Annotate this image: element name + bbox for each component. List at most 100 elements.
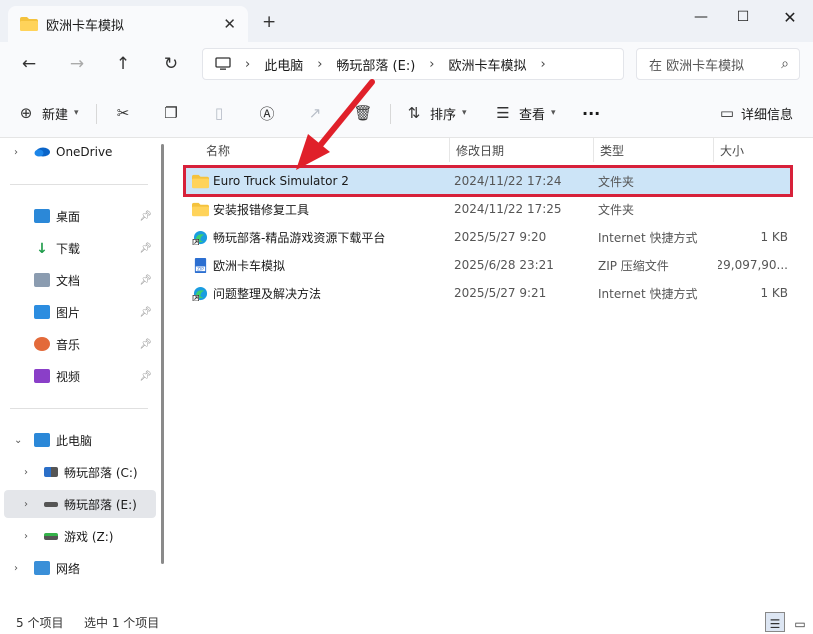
search-placeholder: 在 欧洲卡车模拟 <box>649 58 745 74</box>
delete-button[interactable]: 🗑︎ <box>353 102 373 124</box>
pin-icon[interactable]: 📌︎ <box>139 275 152 286</box>
maximize-button[interactable]: ☐ <box>728 6 758 28</box>
pin-icon[interactable]: 📌︎ <box>139 243 152 254</box>
status-bar: 5 个项目 选中 1 个项目 ☰ ▭ <box>0 610 813 634</box>
pin-icon[interactable]: 📌︎ <box>139 211 152 222</box>
item-count: 5 个项目 <box>16 616 64 630</box>
trash-icon: 🗑︎ <box>353 104 373 122</box>
paste-button[interactable]: ▯ <box>209 102 229 124</box>
address-bar[interactable]: › 此电脑 › 畅玩部落 (E:) › 欧洲卡车模拟 › <box>202 48 624 80</box>
tiles-view-button[interactable]: ▭ <box>790 612 810 632</box>
file-date: 2024/11/22 17:24 <box>454 174 562 188</box>
tab-current[interactable]: 欧洲卡车模拟 ✕ <box>8 6 248 42</box>
sidebar-item-drive-e[interactable]: › 畅玩部落 (E:) <box>4 490 156 518</box>
pin-icon[interactable]: 📌︎ <box>139 307 152 318</box>
cloud-icon <box>34 145 50 159</box>
column-header-date[interactable]: 修改日期 <box>450 138 594 162</box>
cut-button[interactable]: ✂ <box>113 102 133 124</box>
folder-icon <box>20 17 38 31</box>
table-row[interactable]: Euro Truck Simulator 2 2024/11/22 17:24 … <box>183 165 793 197</box>
details-button-label: 详细信息 <box>741 107 794 123</box>
chevron-right-icon[interactable]: › <box>24 499 28 510</box>
forward-button[interactable]: → <box>64 52 90 76</box>
navigation-bar: ← → ↑ ↻ › 此电脑 › 畅玩部落 (E:) › 欧洲卡车模拟 › 在 欧… <box>0 42 813 88</box>
file-date: 2024/11/22 17:25 <box>454 202 562 216</box>
chevron-down-icon: ▾ <box>462 108 467 118</box>
selection-count: 选中 1 个项目 <box>84 616 160 630</box>
sidebar-item-pictures[interactable]: 图片 📌︎ <box>4 298 156 326</box>
breadcrumb-drive-e[interactable]: 畅玩部落 (E:) <box>336 55 415 74</box>
pin-icon[interactable]: 📌︎ <box>139 339 152 350</box>
document-icon <box>34 273 50 287</box>
list-view-icon: ☰ <box>769 617 781 631</box>
back-button[interactable]: ← <box>16 52 42 76</box>
breadcrumb-this-pc[interactable]: 此电脑 <box>264 55 303 74</box>
view-button[interactable]: ☰ 查看 ▾ <box>493 102 555 124</box>
file-type: 文件夹 <box>598 174 635 189</box>
edge-shortcut-icon <box>192 286 208 301</box>
tab-title: 欧洲卡车模拟 <box>46 18 125 34</box>
column-header-size[interactable]: 大小 <box>714 138 794 162</box>
new-tab-button[interactable]: + <box>262 12 276 32</box>
title-bar: 欧洲卡车模拟 ✕ + — ☐ ✕ <box>0 0 813 42</box>
sidebar-label: 畅玩部落 (C:) <box>64 465 138 480</box>
up-button[interactable]: ↑ <box>110 52 136 76</box>
chevron-right-icon[interactable]: › <box>541 57 546 72</box>
copy-button[interactable]: ❐ <box>161 102 181 124</box>
close-window-button[interactable]: ✕ <box>775 6 805 28</box>
sidebar-label: 文档 <box>56 273 81 288</box>
sidebar-item-onedrive[interactable]: › OneDrive <box>4 138 156 166</box>
close-tab-icon[interactable]: ✕ <box>223 15 236 33</box>
share-icon: ↗ <box>308 104 322 122</box>
sidebar-item-downloads[interactable]: ↓ 下载 📌︎ <box>4 234 156 262</box>
sidebar-item-documents[interactable]: 文档 📌︎ <box>4 266 156 294</box>
file-size: 29,097,90... <box>718 258 788 272</box>
file-size <box>718 168 788 194</box>
new-button[interactable]: ⊕ 新建 ▾ <box>16 102 79 124</box>
column-header-type[interactable]: 类型 <box>594 138 714 162</box>
breadcrumb-current-folder[interactable]: 欧洲卡车模拟 <box>449 55 527 74</box>
table-row[interactable]: 问题整理及解决方法 2025/5/27 9:21 Internet 快捷方式 1… <box>186 280 790 306</box>
details-pane-button[interactable]: ▭ 详细信息 <box>717 102 793 124</box>
command-bar: ⊕ 新建 ▾ ✂ ❐ ▯ Ⓐ ↗ 🗑︎ ⇅ 排序 ▾ ☰ 查看 ▾ ··· ▭ … <box>0 88 813 138</box>
chevron-right-icon[interactable]: › <box>24 531 28 542</box>
details-view-button[interactable]: ☰ <box>765 612 785 632</box>
drive-icon <box>44 501 58 507</box>
file-date: 2025/5/27 9:20 <box>454 230 547 244</box>
clipboard-icon: ▯ <box>214 104 224 122</box>
refresh-button[interactable]: ↻ <box>158 52 184 76</box>
sidebar-item-videos[interactable]: 视频 📌︎ <box>4 362 156 390</box>
more-options-button[interactable]: ··· <box>582 102 600 124</box>
table-row[interactable]: ZIP 欧洲卡车模拟 2025/6/28 23:21 ZIP 压缩文件 29,09… <box>186 252 790 278</box>
sidebar-item-music[interactable]: 音乐 📌︎ <box>4 330 156 358</box>
table-row[interactable]: 畅玩部落-精品游戏资源下载平台 2025/5/27 9:20 Internet … <box>186 224 790 250</box>
chevron-right-icon[interactable]: › <box>24 467 28 478</box>
rename-icon: Ⓐ <box>259 104 275 123</box>
sidebar-item-this-pc[interactable]: ⌄ 此电脑 <box>4 426 156 454</box>
file-type: 文件夹 <box>598 202 635 217</box>
sidebar-label: 下载 <box>56 241 81 256</box>
chevron-right-icon[interactable]: › <box>14 147 18 158</box>
sidebar-scrollbar[interactable] <box>161 144 164 564</box>
scissors-icon: ✂ <box>116 104 130 122</box>
sort-button-label: 排序 <box>430 107 457 123</box>
pin-icon[interactable]: 📌︎ <box>139 371 152 382</box>
sidebar-item-network[interactable]: › 网络 <box>4 554 156 582</box>
folder-icon <box>192 174 209 188</box>
sidebar-item-drive-c[interactable]: › 畅玩部落 (C:) <box>4 458 156 486</box>
share-button[interactable]: ↗ <box>305 102 325 124</box>
chevron-down-icon[interactable]: ⌄ <box>14 435 22 446</box>
column-header-name[interactable]: 名称 <box>200 138 450 162</box>
search-input[interactable]: 在 欧洲卡车模拟 ⌕ <box>636 48 800 80</box>
minimize-button[interactable]: — <box>686 6 716 28</box>
table-row[interactable]: 安装报错修复工具 2024/11/22 17:25 文件夹 <box>186 196 790 222</box>
network-icon <box>34 561 50 575</box>
rename-button[interactable]: Ⓐ <box>257 102 277 124</box>
sidebar-item-drive-z[interactable]: › 游戏 (Z:) <box>4 522 156 550</box>
sidebar-item-desktop[interactable]: 桌面 📌︎ <box>4 202 156 230</box>
chevron-right-icon[interactable]: › <box>14 563 18 574</box>
file-name: 问题整理及解决方法 <box>213 286 322 301</box>
sort-button[interactable]: ⇅ 排序 ▾ <box>404 102 467 124</box>
pictures-icon <box>34 305 50 319</box>
file-name: 安装报错修复工具 <box>213 202 310 217</box>
